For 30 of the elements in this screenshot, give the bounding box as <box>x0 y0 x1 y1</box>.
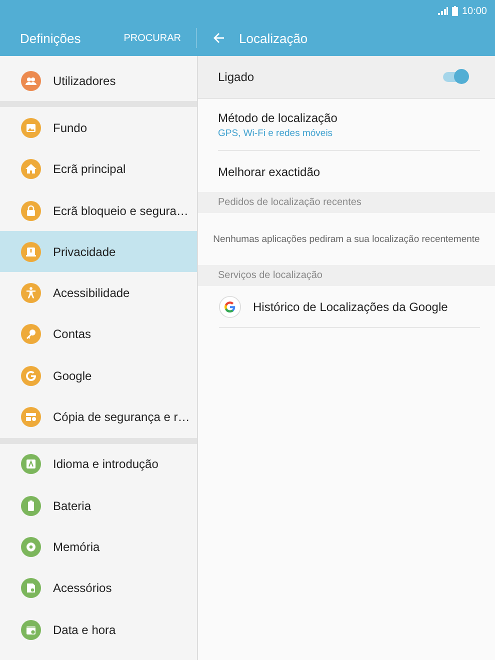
setting-item[interactable]: Histórico de Localizações da Google <box>219 286 480 328</box>
section-header: Pedidos de localização recentes <box>218 197 362 208</box>
signal-icon <box>438 7 448 15</box>
sidebar-item[interactable]: Cópia de segurança e r… <box>0 396 197 438</box>
sidebar-item[interactable]: Ecrã principal <box>0 148 197 190</box>
master-switch-row[interactable]: Ligado <box>198 56 495 99</box>
sidebar-item[interactable]: Fundo <box>0 107 197 149</box>
sidebar-item[interactable]: Acessórios <box>0 568 197 609</box>
sidebar-item[interactable]: Utilizadores <box>0 60 197 102</box>
sidebar-item[interactable]: Bateria <box>0 484 197 526</box>
settings-title: Definições <box>20 30 81 46</box>
status-time: 10:00 <box>462 6 487 16</box>
section-header: Serviços de localização <box>218 270 322 281</box>
empty-message: Nenhumas aplicações pediram a sua localização recentemente <box>213 234 480 244</box>
sidebar-item[interactable]: Ecrã bloqueio e segura… <box>0 190 197 232</box>
sidebar-item[interactable]: Data e hora <box>0 608 197 650</box>
google-g-icon <box>219 296 241 318</box>
sidebar-item[interactable]: Contas <box>0 314 197 356</box>
battery-icon <box>452 6 458 16</box>
sidebar-item[interactable]: Memória <box>0 526 197 568</box>
sidebar-item[interactable]: Acessibilidade <box>0 272 197 314</box>
location-title: Localização <box>239 30 308 46</box>
toggle-switch[interactable] <box>443 72 467 82</box>
sidebar-item[interactable]: Idioma e introdução <box>0 444 197 485</box>
back-icon[interactable] <box>213 32 225 44</box>
setting-item[interactable]: Método de localização GPS, Wi-Fi e redes móveis <box>218 99 480 151</box>
sidebar-item[interactable]: Privacidade <box>0 231 197 272</box>
setting-item[interactable]: Melhorar exactidão <box>218 151 480 192</box>
switch-label: Ligado <box>218 70 254 84</box>
sidebar-item[interactable]: Google <box>0 355 197 396</box>
